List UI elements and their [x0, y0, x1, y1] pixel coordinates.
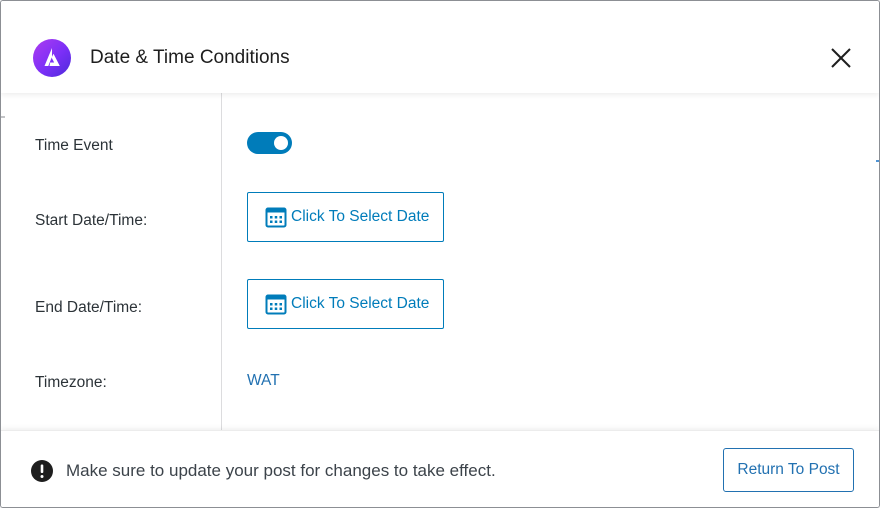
- start-date-select-button[interactable]: Click To Select Date: [247, 192, 444, 242]
- end-date-button-label: Click To Select Date: [291, 295, 430, 312]
- modal-footer: Make sure to update your post for change…: [1, 430, 879, 507]
- modal-header: Date & Time Conditions: [1, 1, 879, 93]
- calendar-icon: [265, 207, 287, 228]
- date-time-conditions-modal: Date & Time Conditions Time Event Start …: [0, 0, 880, 508]
- timezone-label: Timezone:: [35, 374, 107, 391]
- modal-title: Date & Time Conditions: [90, 47, 290, 68]
- timezone-value[interactable]: WAT: [247, 371, 280, 391]
- astra-logo-icon: [33, 39, 71, 77]
- end-date-select-button[interactable]: Click To Select Date: [247, 279, 444, 329]
- time-event-label: Time Event: [35, 137, 113, 154]
- background-edge-mark: [876, 160, 879, 162]
- start-date-label: Start Date/Time:: [35, 212, 148, 229]
- calendar-icon: [265, 294, 287, 315]
- time-event-toggle[interactable]: [247, 132, 292, 154]
- update-post-message: Make sure to update your post for change…: [66, 461, 496, 480]
- close-icon[interactable]: [827, 44, 855, 72]
- column-divider: [221, 93, 222, 430]
- return-to-post-button[interactable]: Return To Post: [723, 448, 854, 492]
- start-date-button-label: Click To Select Date: [291, 208, 430, 225]
- exclamation-circle-icon: [31, 460, 53, 482]
- toggle-knob: [274, 136, 288, 150]
- background-edge-mark: [1, 116, 5, 118]
- end-date-label: End Date/Time:: [35, 299, 143, 316]
